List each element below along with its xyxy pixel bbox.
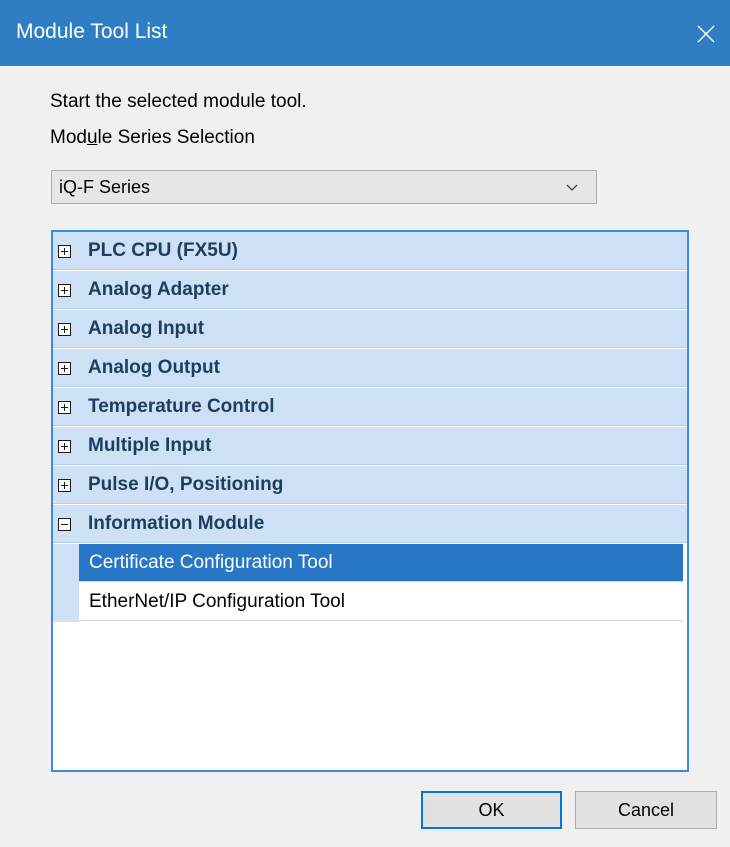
- tree-item-pulse-io-positioning[interactable]: Pulse I/O, Positioning: [53, 466, 687, 504]
- close-button[interactable]: [686, 14, 726, 54]
- plus-box-icon[interactable]: [58, 362, 71, 375]
- module-tree[interactable]: PLC CPU (FX5U) Analog Adapter Analog Inp…: [51, 230, 689, 772]
- tree-item-label: Temperature Control: [88, 396, 275, 417]
- tree-item-label: Analog Output: [88, 357, 220, 378]
- tree-item-ethernet-ip-configuration-tool[interactable]: EtherNet/IP Configuration Tool: [79, 583, 683, 621]
- module-series-value: iQ-F Series: [59, 177, 151, 197]
- minus-box-icon[interactable]: [58, 518, 71, 531]
- instruction-text: Start the selected module tool.: [50, 91, 307, 112]
- tree-item-label: Analog Adapter: [88, 279, 229, 300]
- tree-indent-guide: [53, 544, 79, 622]
- tree-item-analog-output[interactable]: Analog Output: [53, 349, 687, 387]
- cancel-button[interactable]: Cancel: [575, 791, 717, 829]
- ok-button[interactable]: OK: [421, 791, 562, 829]
- tree-item-certificate-configuration-tool[interactable]: Certificate Configuration Tool: [79, 544, 683, 582]
- tree-item-label: Certificate Configuration Tool: [89, 552, 333, 573]
- plus-box-icon[interactable]: [58, 440, 71, 453]
- plus-box-icon[interactable]: [58, 245, 71, 258]
- tree-item-multiple-input[interactable]: Multiple Input: [53, 427, 687, 465]
- module-series-select[interactable]: iQ-F Series: [51, 170, 597, 204]
- tree-item-information-module[interactable]: Information Module: [53, 505, 687, 543]
- tree-item-label: Multiple Input: [88, 435, 212, 456]
- series-label-accelerator: u: [86, 127, 98, 148]
- series-label-part: le Series Selection: [97, 127, 255, 148]
- tree-item-analog-input[interactable]: Analog Input: [53, 310, 687, 348]
- tree-item-label: PLC CPU (FX5U): [88, 240, 238, 261]
- plus-box-icon[interactable]: [58, 401, 71, 414]
- plus-box-icon[interactable]: [58, 323, 71, 336]
- plus-box-icon[interactable]: [58, 479, 71, 492]
- tree-item-label: Pulse I/O, Positioning: [88, 474, 284, 495]
- tree-item-temperature-control[interactable]: Temperature Control: [53, 388, 687, 426]
- close-icon: [697, 25, 715, 43]
- tree-item-label: Information Module: [88, 513, 265, 534]
- chevron-down-icon: [566, 184, 578, 191]
- tree-item-label: Analog Input: [88, 318, 205, 339]
- title-bar: Module Tool List: [0, 0, 730, 66]
- plus-box-icon[interactable]: [58, 284, 71, 297]
- tree-item-analog-adapter[interactable]: Analog Adapter: [53, 271, 687, 309]
- series-label-part: Mod: [50, 127, 87, 148]
- series-selection-label: Module Series Selection: [50, 127, 255, 149]
- window-title: Module Tool List: [16, 20, 168, 43]
- tree-item-plc-cpu[interactable]: PLC CPU (FX5U): [53, 232, 687, 270]
- tree-item-label: EtherNet/IP Configuration Tool: [89, 591, 345, 612]
